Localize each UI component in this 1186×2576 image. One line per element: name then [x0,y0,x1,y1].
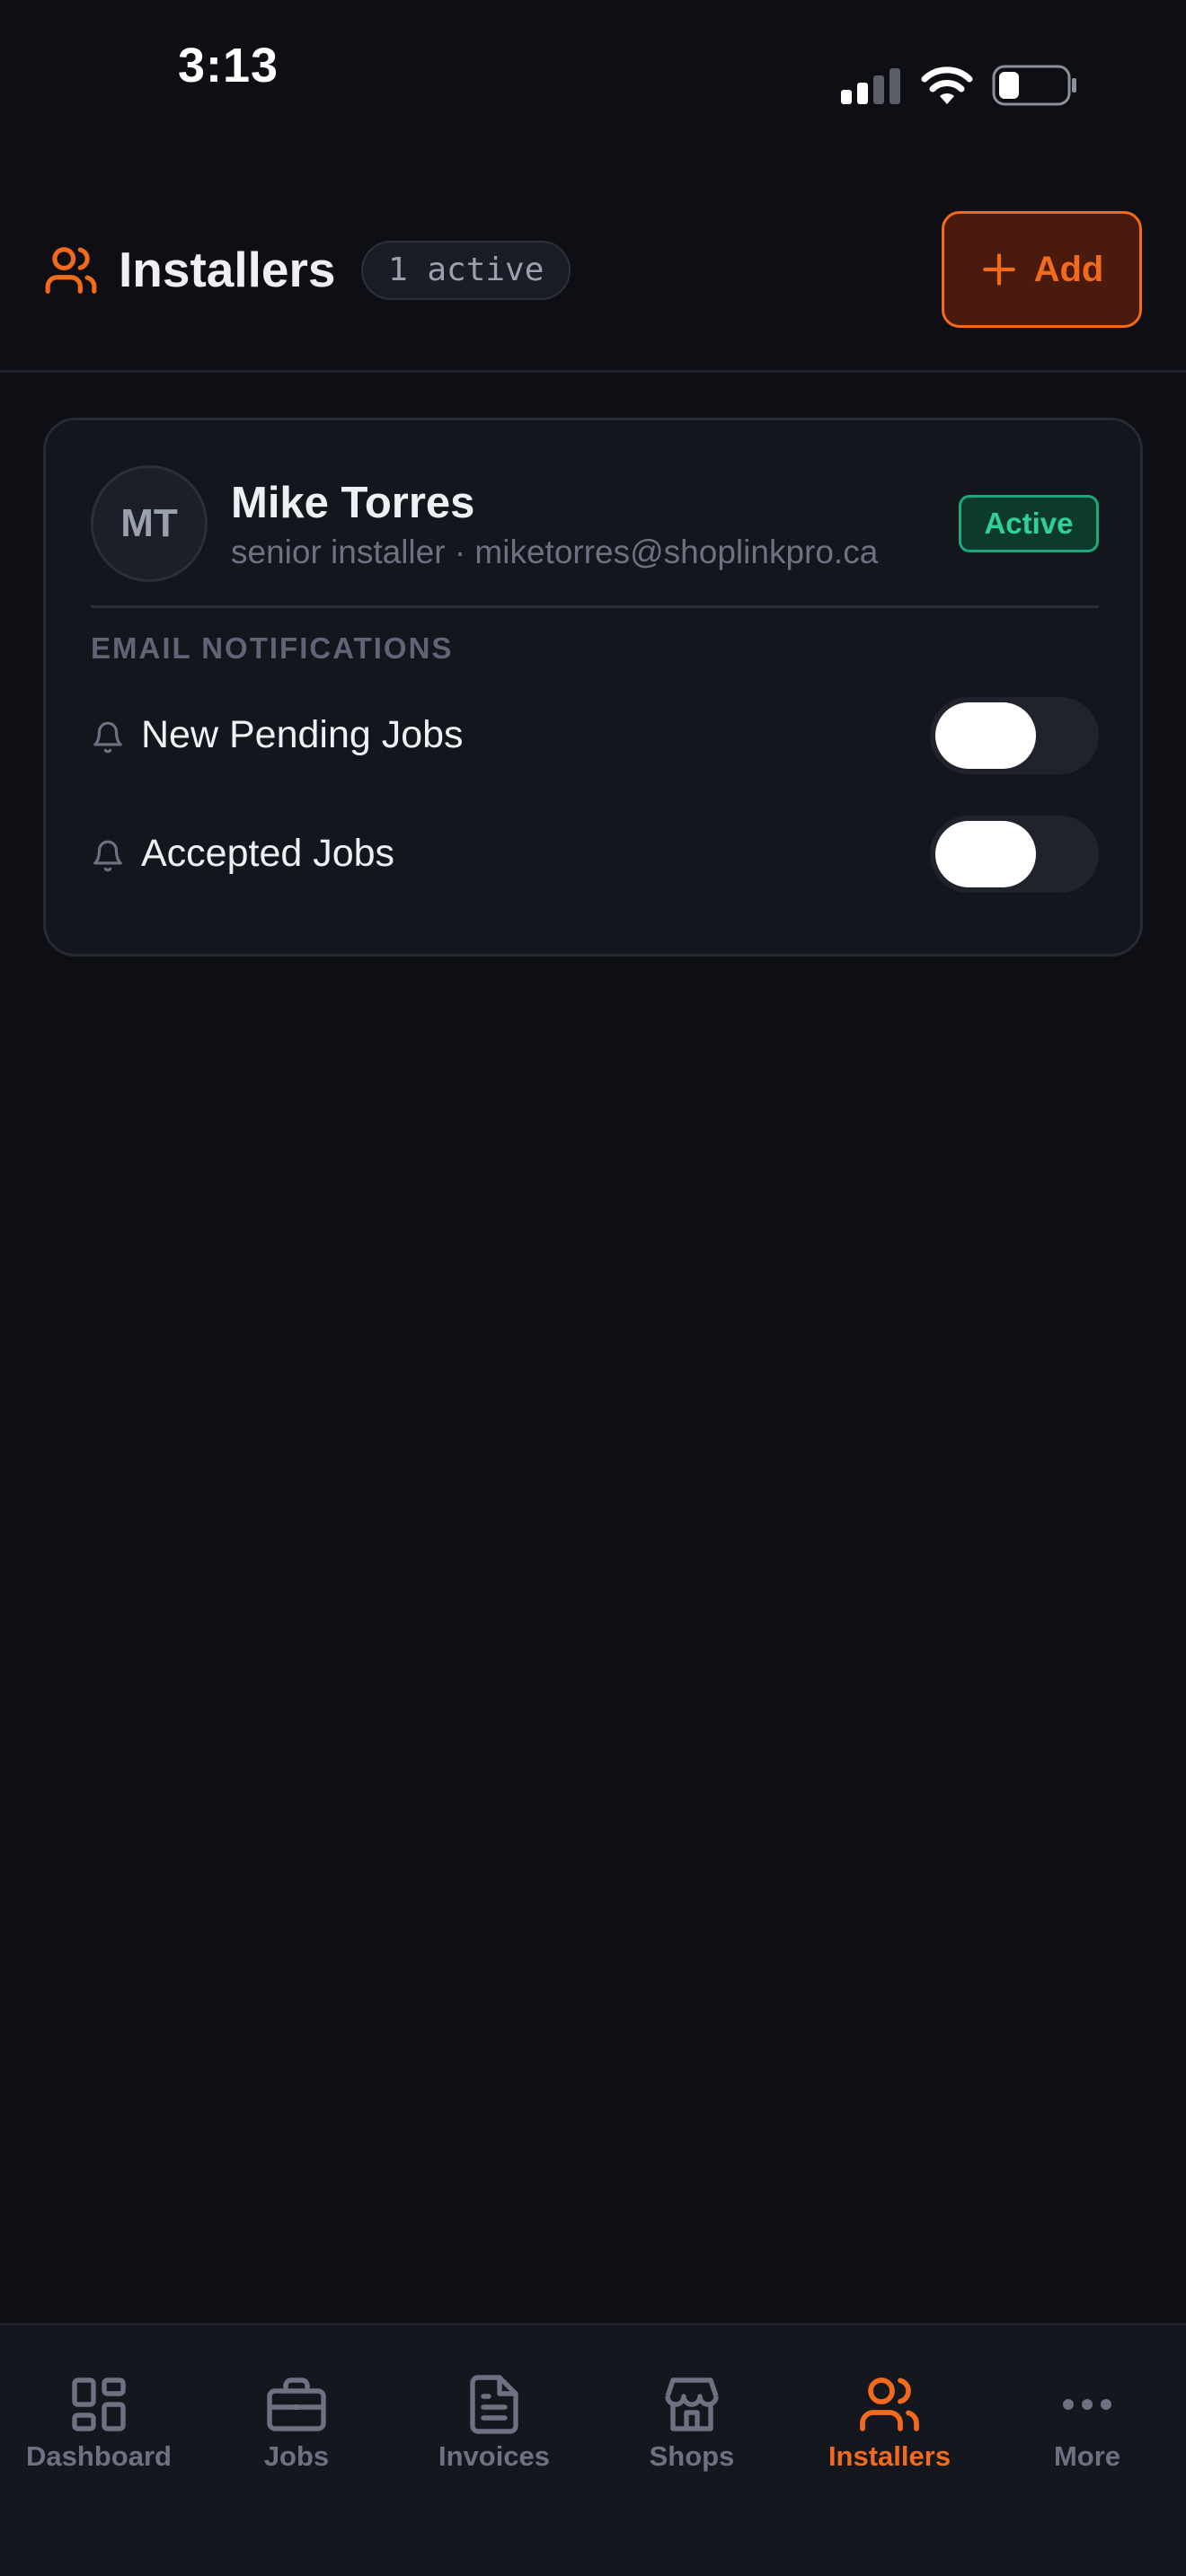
toggle-knob [935,821,1036,887]
tab-label: Shops [649,2440,735,2472]
tab-installers[interactable]: Installers [791,2325,988,2505]
store-icon [665,2378,719,2431]
tab-label: Jobs [263,2440,330,2472]
installer-role-email: senior installer · miketorres@shoplinkpr… [231,534,879,570]
installer-card: MT Mike Torres senior installer · miketo… [43,418,1143,957]
bell-icon [93,840,122,872]
installers-screen: 3:13 Installers 1 active Add MT Mike Tor… [0,0,1186,2576]
bottom-tab-bar: Dashboard Jobs Invoices Shops Installers… [0,2323,1186,2576]
page-header: Installers 1 active Add [0,207,1186,373]
add-installer-button[interactable]: Add [942,211,1142,328]
users-icon [860,2378,919,2431]
accepted-jobs-toggle[interactable] [930,816,1099,893]
signal-icon [841,68,900,104]
notification-label: Accepted Jobs [141,832,395,875]
tab-more[interactable]: More [988,2325,1186,2505]
battery-icon [992,65,1076,106]
notification-row-accepted-jobs: Accepted Jobs [91,816,1099,893]
wifi-icon [921,66,973,104]
email-notifications-heading: EMAIL NOTIFICATIONS [91,631,454,665]
status-badge: Active [959,495,1099,552]
notification-row-new-pending-jobs: New Pending Jobs [91,697,1099,774]
active-count-badge: 1 active [361,241,571,300]
briefcase-icon [267,2378,326,2431]
notification-label: New Pending Jobs [141,713,464,756]
tab-invoices[interactable]: Invoices [395,2325,593,2505]
users-icon [45,247,97,294]
tab-dashboard[interactable]: Dashboard [0,2325,198,2505]
new-pending-jobs-toggle[interactable] [930,697,1099,774]
tab-label: Invoices [438,2440,551,2472]
document-icon [470,2375,518,2434]
add-button-label: Add [1033,249,1104,289]
grid-icon [72,2378,126,2431]
more-icon [1063,2399,1111,2410]
tab-jobs[interactable]: Jobs [198,2325,395,2505]
tab-label: Installers [828,2440,951,2472]
plus-icon [982,253,1015,286]
tab-shops[interactable]: Shops [593,2325,791,2505]
avatar: MT [91,465,208,582]
bell-icon [93,721,122,754]
status-bar: 3:13 [0,0,1186,135]
page-title: Installers [119,242,336,297]
divider [91,605,1099,608]
tab-label: More [1053,2440,1121,2472]
toggle-knob [935,702,1036,769]
installer-name: Mike Torres [231,479,475,527]
tab-label: Dashboard [26,2440,172,2472]
status-time: 3:13 [178,39,279,93]
